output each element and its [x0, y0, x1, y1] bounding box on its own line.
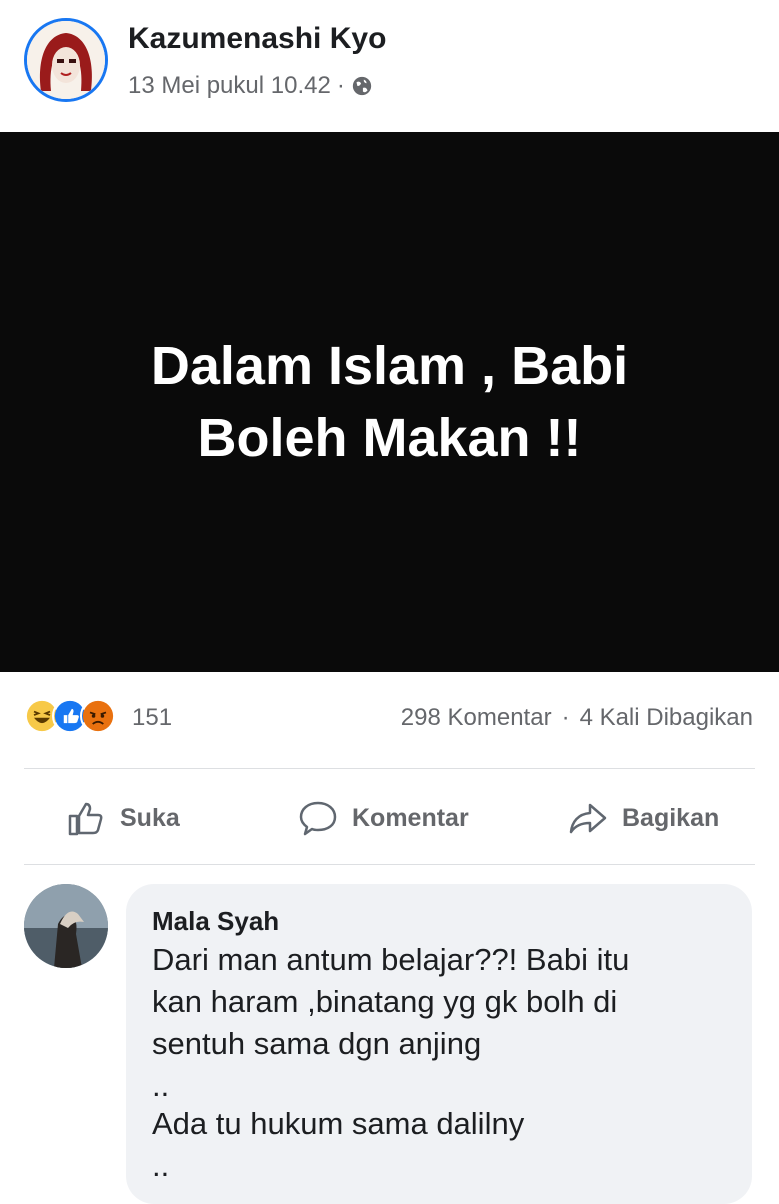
post-stats: 298 Komentar · 4 Kali Dibagikan — [401, 704, 753, 732]
author-name[interactable]: Kazumenashi Kyo — [128, 22, 386, 56]
share-icon — [569, 803, 607, 834]
post-image[interactable]: Dalam Islam , Babi Boleh Makan !! — [0, 132, 779, 672]
post-meta: 13 Mei pukul 10.42 · — [128, 72, 373, 100]
image-text-line: Boleh Makan !! — [197, 408, 582, 468]
divider — [24, 864, 755, 865]
comment-count[interactable]: 298 Komentar — [401, 704, 552, 732]
commenter-photo — [24, 884, 108, 968]
thumbs-up-icon — [68, 802, 103, 836]
comment-label: Komentar — [352, 803, 469, 832]
avatar-illustration — [27, 21, 105, 99]
reaction-count[interactable]: 151 — [132, 704, 172, 732]
author-avatar[interactable] — [24, 18, 108, 102]
comment-text-line: .. — [152, 1068, 170, 1103]
image-text-line: Dalam Islam , Babi — [150, 336, 629, 396]
share-button[interactable]: Bagikan — [568, 798, 719, 838]
comment: Mala Syah Dari man antum belajar??! Babi… — [0, 878, 779, 1204]
like-label: Suka — [120, 803, 180, 832]
comment-button[interactable]: Komentar — [298, 798, 469, 838]
share-count[interactable]: 4 Kali Dibagikan — [580, 704, 753, 732]
stats-separator: · — [561, 704, 570, 731]
post-actions: Suka Komentar Bagikan — [0, 780, 779, 860]
post-timestamp[interactable]: 13 Mei pukul 10.42 — [128, 72, 331, 100]
reactions-summary: 151 298 Komentar · 4 Kali Dibagikan — [0, 690, 779, 750]
commenter-avatar[interactable] — [24, 884, 108, 968]
divider — [24, 768, 755, 769]
globe-icon[interactable] — [351, 75, 373, 97]
angry-icon — [80, 698, 116, 734]
comment-text-line: Ada tu hukum sama dalilny — [152, 1106, 525, 1141]
comment-icon — [299, 801, 337, 836]
like-button[interactable]: Suka — [66, 798, 180, 838]
post-header: Kazumenashi Kyo 13 Mei pukul 10.42 · — [0, 0, 779, 130]
reaction-icons[interactable] — [24, 698, 116, 734]
commenter-name[interactable]: Mala Syah — [152, 906, 279, 937]
comment-text-line: kan haram ,binatang yg gk bolh di — [152, 984, 618, 1019]
meta-separator: · — [336, 72, 345, 99]
comment-text-line: sentuh sama dgn anjing — [152, 1026, 482, 1061]
post-image-text: Dalam Islam , Babi Boleh Makan !! — [90, 330, 690, 474]
comment-bubble: Mala Syah Dari man antum belajar??! Babi… — [126, 884, 752, 1204]
comment-text-line: .. — [152, 1148, 170, 1183]
share-label: Bagikan — [622, 803, 720, 832]
comment-text-line: Dari man antum belajar??! Babi itu — [152, 942, 630, 977]
